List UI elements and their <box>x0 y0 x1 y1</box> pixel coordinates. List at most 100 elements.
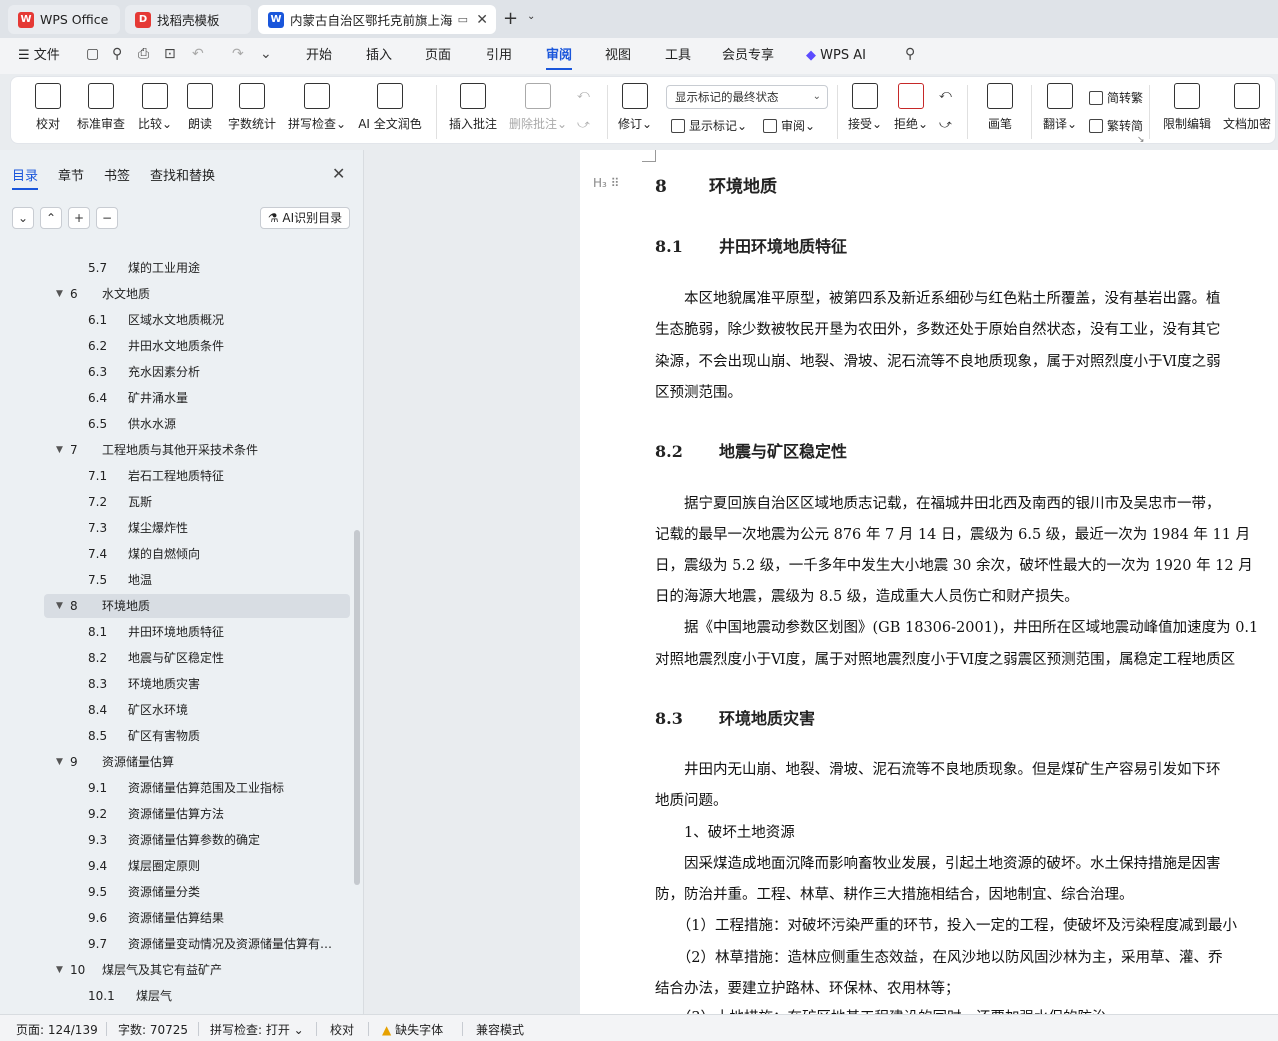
toc-item[interactable]: 6.5 供水水源 <box>44 412 350 436</box>
ai-polish-button[interactable]: AI 全文润色 <box>357 83 423 132</box>
tab-find-replace[interactable]: 查找和替换 <box>150 165 215 184</box>
print-preview-icon[interactable]: ⊡ <box>164 46 176 62</box>
undo-icon[interactable]: ↶ <box>192 46 204 62</box>
expand-triangle-icon[interactable]: ▼ <box>56 594 63 618</box>
menu-review[interactable]: 审阅 <box>546 38 573 74</box>
close-icon[interactable]: ✕ <box>332 164 345 183</box>
toc-item[interactable]: 9.3 资源储量估算参数的确定 <box>44 828 350 852</box>
word-count-button[interactable]: 字数统计 <box>227 83 277 132</box>
pen-button[interactable]: 画笔 <box>985 83 1015 132</box>
toc-item[interactable]: ▼ 7 工程地质与其他开采技术条件 <box>44 438 350 462</box>
heading-drag-handle-icon[interactable]: H₃ ⠿ <box>593 176 619 190</box>
spell-check-button[interactable]: 拼写检查⌄ <box>287 83 347 132</box>
reject-button[interactable]: 拒绝⌄ <box>893 83 929 132</box>
word-count-indicator[interactable]: 字数: 70725 <box>118 1021 188 1038</box>
toc-item[interactable]: 9.6 资源储量估算结果 <box>44 906 350 930</box>
menu-page[interactable]: 页面 <box>425 38 451 74</box>
toc-item[interactable]: 6.1 区域水文地质概况 <box>44 308 350 332</box>
tab-chapters[interactable]: 章节 <box>58 165 84 184</box>
toc-item[interactable]: 8.3 环境地质灾害 <box>44 672 350 696</box>
monitor-icon[interactable]: ▭ <box>458 13 468 26</box>
tab-toc[interactable]: 目录 <box>12 165 39 190</box>
menu-membership[interactable]: 会员专享 <box>722 38 774 74</box>
toc-item[interactable]: ▼ 9 资源储量估算 <box>44 750 350 774</box>
toc-item[interactable]: 8.1 井田环境地质特征 <box>44 620 350 644</box>
tab-docer-templates[interactable]: D 找稻壳模板 <box>125 5 251 34</box>
toc-item[interactable]: 6.4 矿井涌水量 <box>44 386 350 410</box>
menu-references[interactable]: 引用 <box>486 38 512 74</box>
expand-arrow-icon[interactable]: ↘ <box>1137 135 1145 145</box>
toc-item[interactable]: 9.2 资源储量估算方法 <box>44 802 350 826</box>
review-pane-button[interactable]: 审阅⌄ <box>763 117 815 134</box>
markup-mode-select[interactable]: 显示标记的最终状态 ⌄ <box>666 85 828 109</box>
toc-item[interactable]: ▼ 10 煤层气及其它有益矿产 <box>44 958 350 982</box>
new-tab-plus-icon[interactable]: + <box>503 8 518 29</box>
toc-item[interactable]: ▼ 8 环境地质 <box>44 594 350 618</box>
translate-button[interactable]: 翻译⌄ <box>1041 83 1079 132</box>
print-icon[interactable]: ⎙ <box>138 46 149 62</box>
menu-insert[interactable]: 插入 <box>366 38 392 74</box>
toc-item[interactable]: 8.5 矿区有害物质 <box>44 724 350 748</box>
proofread-button[interactable]: 校对 <box>33 83 63 132</box>
next-change-icon[interactable]: ⤻ <box>939 117 952 132</box>
missing-font-indicator[interactable]: ▲ 缺失字体 <box>382 1021 443 1038</box>
encrypt-document-button[interactable]: 文档加密 <box>1221 83 1273 132</box>
menu-file[interactable]: ☰ 文件 <box>18 38 60 74</box>
accept-button[interactable]: 接受⌄ <box>847 83 883 132</box>
expand-triangle-icon[interactable]: ▼ <box>56 750 63 774</box>
toc-item[interactable]: 9.7 资源储量变动情况及资源储量估算有… <box>44 932 350 956</box>
insert-comment-button[interactable]: 插入批注 <box>447 83 499 132</box>
previous-change-icon[interactable]: ⤺ <box>939 87 952 102</box>
chevron-down-icon[interactable]: ⌄ <box>260 46 272 62</box>
show-markup-button[interactable]: 显示标记⌄ <box>671 117 747 134</box>
ai-toc-button[interactable]: ⚗ AI识别目录 <box>260 207 350 229</box>
menu-view[interactable]: 视图 <box>605 38 631 74</box>
add-heading-icon[interactable]: + <box>68 207 90 229</box>
collapse-down-icon[interactable]: ⌄ <box>12 207 34 229</box>
toc-item[interactable]: 7.3 煤尘爆炸性 <box>44 516 350 540</box>
tab-wps-office[interactable]: W WPS Office <box>8 5 120 34</box>
close-icon[interactable]: ✕ <box>476 12 488 28</box>
compat-mode-indicator[interactable]: 兼容模式 <box>476 1021 524 1038</box>
toc-item[interactable]: 10.1 煤层气 <box>44 984 350 1008</box>
toc-item[interactable]: 7.4 煤的自燃倾向 <box>44 542 350 566</box>
expand-triangle-icon[interactable]: ▼ <box>56 282 63 306</box>
previous-comment-icon[interactable]: ⤺ <box>577 87 590 102</box>
standard-review-button[interactable]: 标准审查 <box>75 83 127 132</box>
restrict-edit-button[interactable]: 限制编辑 <box>1161 83 1213 132</box>
search-icon[interactable]: ⚲ <box>905 46 915 62</box>
toc-item[interactable]: 8.2 地震与矿区稳定性 <box>44 646 350 670</box>
redo-icon[interactable]: ↷ <box>232 46 244 62</box>
proof-indicator[interactable]: 校对 <box>330 1021 354 1038</box>
expand-triangle-icon[interactable]: ▼ <box>56 438 63 462</box>
find-icon[interactable]: ⚲ <box>112 46 122 62</box>
toc-item[interactable]: 5.7 煤的工业用途 <box>44 256 350 280</box>
toc-item[interactable]: 8.4 矿区水环境 <box>44 698 350 722</box>
spell-check-toggle[interactable]: 拼写检查: 打开 ⌄ <box>210 1021 304 1038</box>
tab-bookmarks[interactable]: 书签 <box>104 165 130 184</box>
menu-wps-ai[interactable]: ◆ WPS AI <box>806 38 866 74</box>
chevron-down-icon[interactable]: ⌄ <box>527 11 535 22</box>
toc-item[interactable]: 9.1 资源储量估算范围及工业指标 <box>44 776 350 800</box>
menu-home[interactable]: 开始 <box>306 38 332 74</box>
toc-item[interactable]: 6.2 井田水文地质条件 <box>44 334 350 358</box>
toc-item[interactable]: 9.4 煤层圈定原则 <box>44 854 350 878</box>
to-traditional-button[interactable]: 简转繁 <box>1089 89 1143 106</box>
next-comment-icon[interactable]: ⤻ <box>577 117 590 132</box>
compare-button[interactable]: 比较⌄ <box>135 83 175 132</box>
page-indicator[interactable]: 页面: 124/139 <box>16 1021 98 1038</box>
delete-comment-button[interactable]: 删除批注⌄ <box>509 83 567 132</box>
toc-item[interactable]: 9.5 资源储量分类 <box>44 880 350 904</box>
to-simplified-button[interactable]: 繁转简 <box>1089 117 1143 134</box>
save-icon[interactable]: ▢ <box>86 46 99 62</box>
toc-item[interactable]: ▼ 6 水文地质 <box>44 282 350 306</box>
toc-item[interactable]: 7.1 岩石工程地质特征 <box>44 464 350 488</box>
toc-item[interactable]: 6.3 充水因素分析 <box>44 360 350 384</box>
collapse-up-icon[interactable]: ⌃ <box>40 207 62 229</box>
expand-triangle-icon[interactable]: ▼ <box>56 958 63 982</box>
toc-item[interactable]: 7.5 地温 <box>44 568 350 592</box>
track-changes-button[interactable]: 修订⌄ <box>617 83 653 132</box>
remove-heading-icon[interactable]: − <box>96 207 118 229</box>
toc-scrollbar[interactable] <box>354 530 360 885</box>
read-aloud-button[interactable]: 朗读 <box>185 83 215 132</box>
